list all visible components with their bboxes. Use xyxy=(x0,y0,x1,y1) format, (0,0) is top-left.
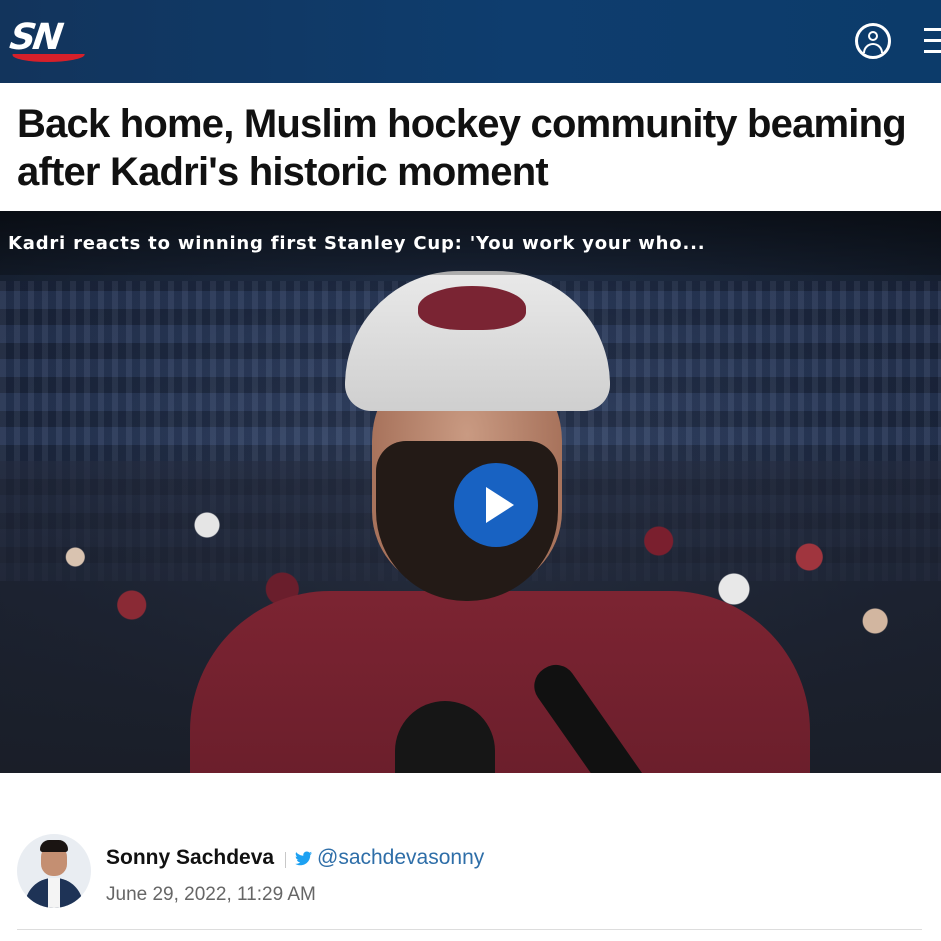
menu-icon-bar xyxy=(924,50,941,53)
twitter-handle-link[interactable]: @sachdevasonny xyxy=(317,846,484,870)
video-player[interactable]: Kadri reacts to winning first Stanley Cu… xyxy=(0,211,941,773)
avatar-shirt xyxy=(48,878,60,908)
menu-icon[interactable] xyxy=(924,28,941,54)
account-icon-shoulders xyxy=(863,43,883,53)
account-icon[interactable] xyxy=(855,23,891,59)
menu-icon-bar xyxy=(924,39,941,42)
sportsnet-logo[interactable]: SN xyxy=(7,17,90,66)
twitter-icon[interactable] xyxy=(295,851,312,866)
video-title[interactable]: Kadri reacts to winning first Stanley Cu… xyxy=(8,233,705,254)
byline-separator xyxy=(285,852,286,868)
byline-divider xyxy=(17,929,922,930)
play-button[interactable] xyxy=(454,463,538,547)
author-name[interactable]: Sonny Sachdeva xyxy=(106,846,274,870)
video-title-bar: Kadri reacts to winning first Stanley Cu… xyxy=(0,211,941,275)
article-headline: Back home, Muslim hockey community beami… xyxy=(17,102,907,194)
logo-wordmark: SN xyxy=(7,17,64,58)
play-icon xyxy=(486,487,514,523)
author-avatar[interactable] xyxy=(17,834,91,908)
champions-cap-logo xyxy=(418,286,526,330)
publish-date: June 29, 2022, 11:29 AM xyxy=(106,884,316,905)
account-icon-head xyxy=(868,31,878,41)
site-header: SN xyxy=(0,0,941,83)
logo-swoosh xyxy=(11,54,85,62)
video-player-jersey xyxy=(190,591,810,773)
avatar-hair xyxy=(40,840,68,852)
menu-icon-bar xyxy=(924,28,941,31)
